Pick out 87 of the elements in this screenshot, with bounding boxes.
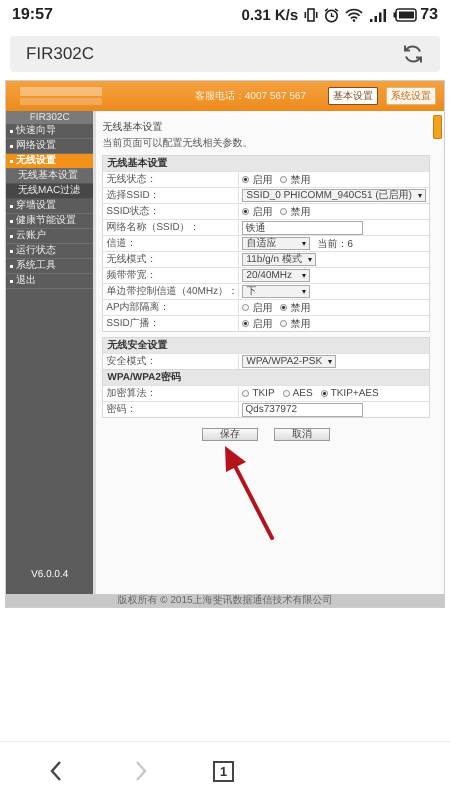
field-label: 网络名称（SSID）： (103, 220, 240, 235)
field-label: 无线模式： (103, 252, 240, 267)
radio-button[interactable] (242, 390, 250, 397)
radio-button[interactable] (280, 176, 288, 183)
bullet-icon (10, 204, 13, 208)
device-model: FIR302C (6, 111, 94, 124)
dropdown[interactable]: SSID_0 PHICOMM_940C51 (已启用) (242, 189, 426, 202)
field-label: SSID广播： (103, 316, 240, 331)
hotline-text: 客服电话：4007 567 567 (194, 90, 306, 103)
page-heading: 无线基本设置 (102, 120, 164, 134)
bullet-icon (10, 144, 13, 148)
radio-button[interactable] (242, 304, 250, 311)
battery-level: 73 (420, 6, 438, 24)
dropdown[interactable]: 20/40MHz (242, 269, 310, 282)
section-heading: 无线基本设置 (103, 156, 429, 171)
field-label: 频带带宽： (103, 268, 240, 283)
submenu-item[interactable]: 无线基本设置 (6, 169, 94, 184)
vibrate-icon (304, 8, 318, 22)
channel-reading: 当前：6 (317, 238, 353, 250)
radio-button[interactable] (242, 320, 250, 327)
option-label: AES (292, 388, 313, 399)
address-bar[interactable]: FIR302C (10, 36, 440, 72)
caret-icon (302, 242, 306, 246)
option-label: 禁用 (290, 206, 310, 218)
submenu-item[interactable]: 无线MAC过滤 (6, 184, 94, 199)
field-label: 加密算法： (103, 386, 240, 401)
field-label: 信道： (103, 236, 240, 251)
input-field[interactable]: Qds737972 (242, 402, 364, 416)
radio-button[interactable] (280, 320, 288, 327)
radio-button[interactable] (320, 390, 328, 397)
option-label: TKIP+AES (330, 388, 379, 399)
caret-icon (302, 290, 306, 294)
bullet-icon (10, 234, 13, 238)
refresh-icon (402, 43, 424, 65)
option-label: 禁用 (290, 318, 310, 330)
field-label: 无线状态： (103, 172, 240, 187)
bullet-icon (10, 160, 13, 162)
form-button[interactable]: 取消 (274, 428, 330, 441)
option-label: 启用 (252, 302, 272, 314)
page-description: 当前页面可以配置无线相关参数。 (102, 136, 254, 150)
field-label: 安全模式： (103, 354, 240, 369)
radio-button[interactable] (280, 304, 288, 311)
copyright-footer: 版权所有 © 2015上海斐讯数据通信技术有限公司 (6, 594, 444, 607)
option-label: 启用 (252, 174, 272, 186)
radio-button[interactable] (280, 208, 288, 215)
dropdown[interactable]: WPA/WPA2-PSK (242, 355, 336, 368)
section-heading: WPA/WPA2密码 (103, 370, 429, 385)
bullet-icon (10, 264, 13, 268)
firmware-version: V6.0.0.4 (30, 569, 70, 580)
header-tab[interactable]: 系统设置 (386, 87, 436, 105)
header-tab[interactable]: 基本设置 (328, 87, 378, 105)
side-tab[interactable] (433, 115, 442, 139)
radio-button[interactable] (242, 208, 250, 215)
bullet-icon (10, 280, 13, 282)
clock-time: 19:57 (12, 6, 53, 24)
option-label: TKIP (252, 388, 275, 399)
radio-button[interactable] (242, 176, 250, 183)
option-label: 启用 (252, 206, 272, 218)
form-button[interactable]: 保存 (202, 428, 258, 441)
bullet-icon (10, 130, 13, 132)
dropdown[interactable]: 11b/g/n 模式 (242, 253, 316, 266)
option-label: 启用 (252, 318, 272, 330)
caret-icon (308, 258, 312, 262)
alarm-icon (324, 8, 340, 22)
bullet-icon (10, 250, 13, 252)
caret-icon (328, 360, 332, 364)
signal-icon (369, 8, 388, 22)
field-label: 密码： (103, 402, 240, 417)
wifi-icon (345, 8, 364, 22)
field-label: 单边带控制信道（40MHz）： (103, 284, 240, 299)
radio-button[interactable] (282, 390, 290, 397)
dropdown[interactable]: 自适应 (242, 237, 310, 250)
field-label: AP内部隔离： (103, 300, 240, 315)
input-field[interactable]: 铁通 (242, 220, 364, 234)
dropdown[interactable]: 下 (242, 285, 310, 298)
field-label: SSID状态： (103, 204, 240, 219)
network-speed: 0.31 K/s (241, 6, 298, 24)
caret-icon (302, 274, 306, 278)
field-label: 选择SSID： (103, 188, 240, 203)
bullet-icon (10, 220, 13, 222)
option-label: 禁用 (290, 302, 310, 314)
tabs-button[interactable]: 1 (213, 760, 234, 782)
caret-icon (418, 194, 422, 198)
section-heading: 无线安全设置 (103, 338, 429, 353)
option-label: 禁用 (290, 174, 310, 186)
page-title: FIR302C (26, 44, 94, 64)
battery-icon (393, 8, 418, 22)
